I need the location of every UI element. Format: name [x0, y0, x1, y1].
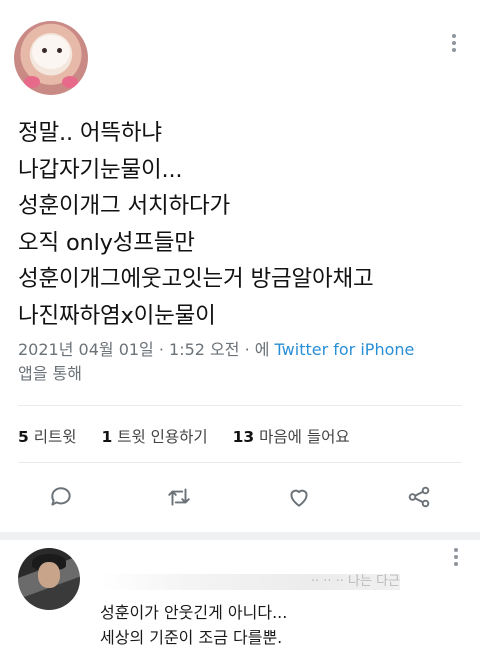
tweet-timestamp[interactable]: 2021년 04월 01일 · 1:52 오전 · 에 — [18, 340, 275, 359]
tweet-text: 정말.. 어뜩하냐 나갑자기눈물이... 성훈이개그 서치하다가 오직 only… — [18, 115, 468, 334]
reply-author-avatar[interactable] — [18, 548, 80, 610]
tweet-source-link[interactable]: Twitter for iPhone — [275, 340, 415, 359]
divider — [18, 405, 462, 406]
tweet-meta: 2021년 04월 01일 · 1:52 오전 · 에 Twitter for … — [18, 338, 468, 386]
tweet-line: 정말.. 어뜩하냐 — [18, 120, 162, 146]
retweets-stat[interactable]: 5 리트윗 — [18, 428, 77, 446]
tweet-line: 오직 only성프들만 — [18, 229, 195, 256]
tweet-line: 성훈이개그에웃고잇는거 방금알아채고 — [18, 266, 374, 292]
reply-line: 세상의 기준이 조금 다를뿐. — [100, 628, 283, 647]
reply-text: 성훈이가 안웃긴게 아니다... 세상의 기준이 조금 다를뿐. — [100, 600, 287, 650]
tweet-source-suffix: 앱을 통해 — [18, 364, 82, 383]
reply-more-options-icon[interactable] — [451, 548, 461, 566]
comment-icon[interactable] — [48, 484, 74, 510]
tweet-line: 나갑자기눈물이... — [18, 156, 183, 183]
reply-line: 성훈이가 안웃긴게 아니다... — [100, 603, 288, 622]
avatar-eye-left — [42, 48, 47, 53]
heart-icon[interactable] — [286, 484, 312, 510]
tweet-author-avatar[interactable] — [14, 21, 88, 95]
avatar-blush-right — [62, 76, 78, 88]
more-options-icon[interactable] — [449, 34, 459, 52]
tweet-line: 성훈이개그 서치하다가 — [18, 193, 230, 219]
avatar-blush-left — [24, 76, 40, 88]
avatar-face — [32, 35, 70, 69]
quotes-stat[interactable]: 1 트윗 인용하기 — [101, 428, 207, 446]
divider — [18, 462, 462, 463]
likes-stat[interactable]: 13 마음에 들어요 — [233, 428, 350, 446]
retweet-icon[interactable] — [166, 484, 192, 510]
tweet-stats: 5 리트윗 1 트윗 인용하기 13 마음에 들어요 — [18, 425, 370, 447]
tweet-line: 나진짜하염x이눈물이 — [18, 302, 216, 329]
share-icon[interactable] — [406, 484, 432, 510]
reply-author-obscured: ·· ·· ·· 나는 다근 — [100, 574, 400, 590]
avatar-eye-right — [57, 48, 62, 53]
avatar-face — [38, 562, 60, 588]
section-separator — [0, 532, 480, 540]
